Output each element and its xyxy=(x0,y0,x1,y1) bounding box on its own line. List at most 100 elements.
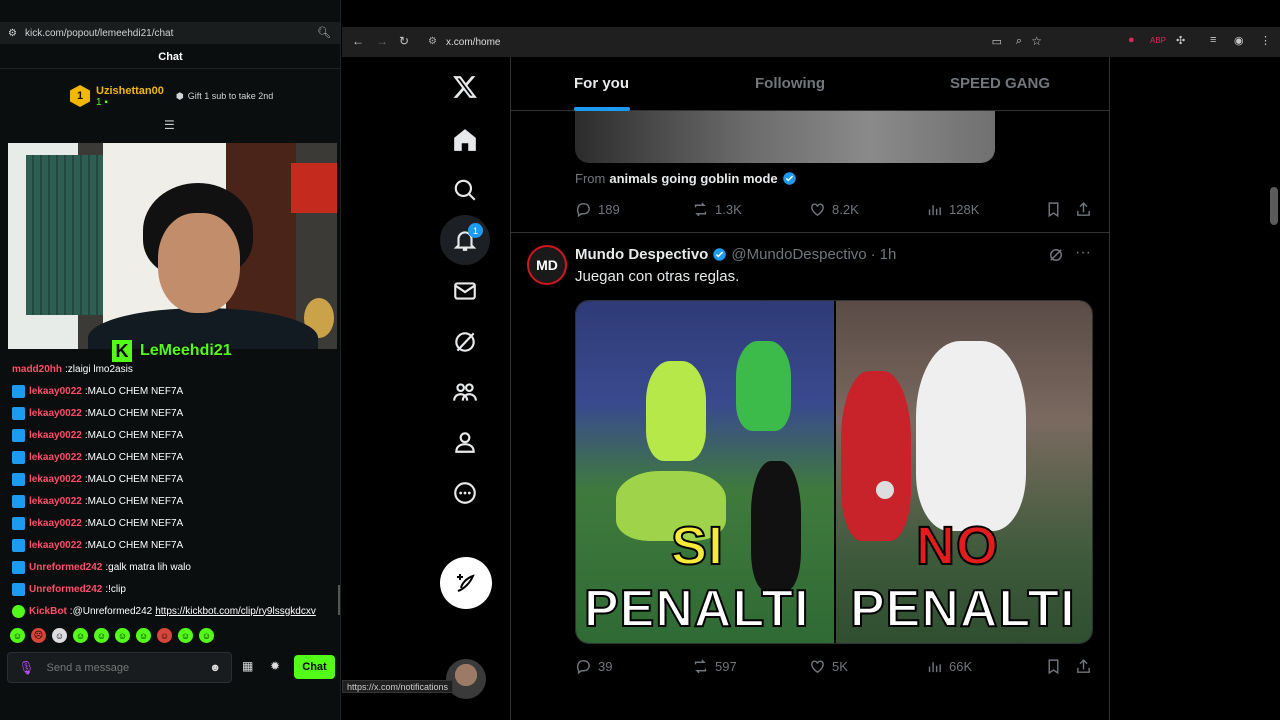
reload-icon[interactable]: ↻ xyxy=(399,34,409,48)
share-button[interactable] xyxy=(1075,201,1092,218)
repost-button[interactable]: 597 xyxy=(692,658,737,675)
chat-username[interactable]: lekaay0022 xyxy=(29,430,82,441)
microphone-icon[interactable]: 🎙︎ xyxy=(18,660,35,676)
chat-message[interactable]: lekaay0022: MALO CHEM NEF7A xyxy=(12,424,337,446)
profile-icon[interactable] xyxy=(440,417,490,467)
compose-post-button[interactable] xyxy=(440,557,492,609)
previous-post-media[interactable] xyxy=(575,111,995,163)
like-button[interactable]: 8.2K xyxy=(809,201,859,218)
emote-icon[interactable]: ☺ xyxy=(136,628,151,643)
adblock-icon[interactable]: ABP xyxy=(1150,36,1166,45)
emote-icon[interactable]: ☺ xyxy=(52,628,67,643)
chat-message[interactable]: lekaay0022: MALO CHEM NEF7A xyxy=(12,380,337,402)
more-options-icon[interactable]: ··· xyxy=(1075,244,1091,262)
store-icon[interactable]: ▦ xyxy=(242,659,253,673)
emote-icon[interactable]: ☺ xyxy=(178,628,193,643)
chat-message[interactable]: Unreformed242: !clip xyxy=(12,578,337,600)
back-icon[interactable]: ← xyxy=(352,34,364,48)
site-settings-icon[interactable]: ⚙ xyxy=(8,28,17,39)
post-time[interactable]: 1h xyxy=(880,246,897,263)
bookmark-button[interactable] xyxy=(1045,658,1062,675)
grok-explain-icon[interactable] xyxy=(1047,246,1065,269)
bookmark-star-icon[interactable]: ☆ xyxy=(1031,34,1042,48)
x-logo-icon[interactable] xyxy=(440,62,490,112)
menu-kebab-icon[interactable]: ⋮ xyxy=(1260,34,1271,47)
extensions-puzzle-icon[interactable]: ✣ xyxy=(1176,34,1185,47)
like-button[interactable]: 5K xyxy=(809,658,848,675)
chat-message[interactable]: lekaay0022: MALO CHEM NEF7A xyxy=(12,402,337,424)
more-circle-icon[interactable] xyxy=(440,468,490,518)
cast-icon[interactable]: ▭ xyxy=(992,35,1002,48)
search-icon[interactable]: 🔍︎ xyxy=(317,26,331,39)
emote-icon[interactable]: ☹ xyxy=(31,628,46,643)
chat-username[interactable]: Unreformed242 xyxy=(29,562,102,573)
reply-button[interactable]: 39 xyxy=(575,658,612,675)
notifications-bell-icon[interactable]: 1 xyxy=(440,215,490,265)
media-control-icon[interactable]: ≡ xyxy=(1210,34,1216,46)
chat-input-box[interactable]: 🎙︎ ☻ xyxy=(7,652,232,683)
message-input[interactable] xyxy=(46,661,197,674)
post-media-image[interactable]: SI PENALTI NO PENALTI xyxy=(575,300,1093,644)
kick-address-bar[interactable]: ⚙ kick.com/popout/lemeehdi21/chat 🔍︎ xyxy=(0,22,340,44)
chat-message-list[interactable]: madd20hh: zlaigi lmo2asis lekaay0022: MAL… xyxy=(12,358,337,622)
chat-username[interactable]: lekaay0022 xyxy=(29,452,82,463)
extension-record-icon[interactable]: ● xyxy=(1128,34,1135,46)
tab-speed-gang[interactable]: SPEED GANG xyxy=(950,57,1050,111)
share-button[interactable] xyxy=(1075,658,1092,675)
chat-username[interactable]: lekaay0022 xyxy=(29,474,82,485)
chat-message[interactable]: lekaay0022: MALO CHEM NEF7A xyxy=(12,446,337,468)
chat-username[interactable]: lekaay0022 xyxy=(29,386,82,397)
chat-username[interactable]: KickBot xyxy=(29,606,67,617)
messages-mail-icon[interactable] xyxy=(440,266,490,316)
filter-icon[interactable]: ☰ xyxy=(164,118,175,132)
zoom-icon[interactable]: ⌕ xyxy=(1016,35,1022,48)
emote-icon[interactable]: ☺ xyxy=(94,628,109,643)
chat-message[interactable]: lekaay0022: MALO CHEM NEF7A xyxy=(12,512,337,534)
post-author-avatar[interactable]: MD xyxy=(527,245,567,285)
repost-button[interactable]: 1.3K xyxy=(692,201,742,218)
tab-following[interactable]: Following xyxy=(755,57,825,111)
emote-icon[interactable]: ☺ xyxy=(10,628,25,643)
bookmark-button[interactable] xyxy=(1045,201,1062,218)
emote-icon[interactable]: ☺ xyxy=(199,628,214,643)
reply-button[interactable]: 189 xyxy=(575,201,620,218)
chat-username[interactable]: lekaay0022 xyxy=(29,408,82,419)
home-icon[interactable] xyxy=(440,115,490,165)
community-name[interactable]: animals going goblin mode xyxy=(609,171,777,186)
chat-message[interactable]: lekaay0022: MALO CHEM NEF7A xyxy=(12,534,337,556)
site-info-icon[interactable]: ⚙ xyxy=(428,36,437,47)
profile-icon[interactable]: ◉ xyxy=(1234,34,1244,47)
chat-username[interactable]: madd20hh xyxy=(12,364,62,375)
post-handle[interactable]: @MundoDespectivo xyxy=(731,246,866,263)
account-avatar[interactable] xyxy=(446,659,486,699)
page-scrollbar[interactable] xyxy=(1270,187,1278,225)
post-display-name[interactable]: Mundo Despectivo xyxy=(575,246,708,263)
views-button[interactable]: 66K xyxy=(926,658,972,675)
forward-icon[interactable]: → xyxy=(376,34,388,48)
chat-message[interactable]: KickBot: @Unreformed242 https://kickbot.c… xyxy=(12,600,337,622)
chat-username[interactable]: lekaay0022 xyxy=(29,540,82,551)
views-button[interactable]: 128K xyxy=(926,201,979,218)
communities-icon[interactable] xyxy=(440,367,490,417)
emoji-icon[interactable]: ☻ xyxy=(209,662,221,674)
emote-icon[interactable]: ☺ xyxy=(157,628,172,643)
send-chat-button[interactable]: Chat xyxy=(294,655,335,679)
chat-username[interactable]: lekaay0022 xyxy=(29,518,82,529)
grok-icon[interactable] xyxy=(440,317,490,367)
emote-icon[interactable]: ☺ xyxy=(73,628,88,643)
chat-username[interactable]: lekaay0022 xyxy=(29,496,82,507)
chat-message[interactable]: lekaay0022: MALO CHEM NEF7A xyxy=(12,490,337,512)
top-gifter-leaderboard[interactable]: 1 Uzishettan00 1 ▪ ⬢ Gift 1 sub to take … xyxy=(70,80,273,112)
chat-link[interactable]: https://kickbot.com/clip/ry9lssgkdcxv xyxy=(155,606,316,617)
search-icon[interactable] xyxy=(440,165,490,215)
chat-username[interactable]: Unreformed242 xyxy=(29,584,102,595)
emote-icon[interactable]: ☺ xyxy=(115,628,130,643)
tab-for-you[interactable]: For you xyxy=(574,57,629,111)
chat-message[interactable]: madd20hh: zlaigi lmo2asis xyxy=(12,358,337,380)
chat-message[interactable]: Unreformed242: galk matra lih walo xyxy=(12,556,337,578)
chat-message[interactable]: lekaay0022: MALO CHEM NEF7A xyxy=(12,468,337,490)
address-bar[interactable]: ⚙ x.com/home ▭ ⌕ ☆ xyxy=(426,31,1046,53)
chat-text: MALO CHEM NEF7A xyxy=(87,517,184,529)
gear-icon[interactable]: ✹ xyxy=(270,659,280,673)
chat-scrollbar[interactable] xyxy=(338,585,340,615)
